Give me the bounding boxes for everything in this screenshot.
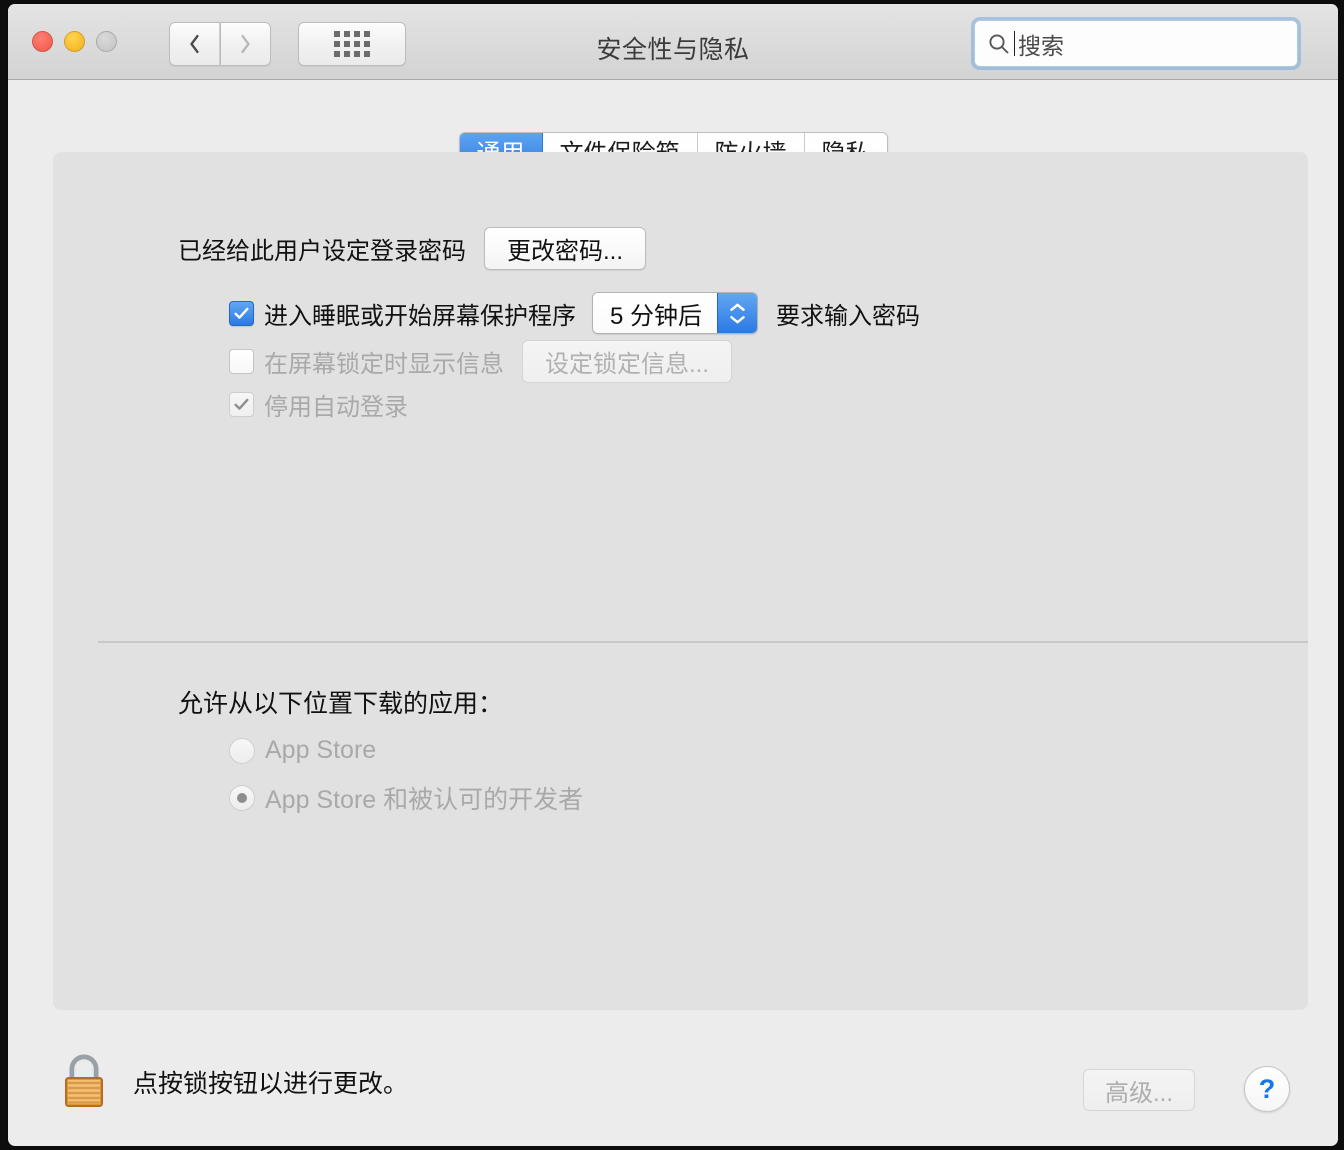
- help-button[interactable]: ?: [1244, 1066, 1290, 1112]
- change-password-button[interactable]: 更改密码...: [484, 227, 647, 270]
- stepper-arrows-icon[interactable]: [717, 293, 758, 333]
- radio-app-store-label: App Store: [265, 736, 377, 764]
- show-lock-message-checkbox[interactable]: [229, 349, 254, 374]
- require-password-label: 进入睡眠或开始屏幕保护程序: [264, 302, 576, 330]
- window-titlebar: 安全性与隐私 搜索: [8, 4, 1338, 80]
- general-pane: 已经给此用户设定登录密码 更改密码... 进入睡眠或开始屏幕保护程序 5 分钟后…: [53, 152, 1308, 1010]
- lock-status-area: 点按锁按钮以进行更改。: [57, 1052, 408, 1112]
- disable-auto-login-label: 停用自动登录: [264, 394, 408, 421]
- show-lock-message-row: 在屏幕锁定时显示信息 设定锁定信息...: [229, 340, 733, 383]
- search-text-caret: [1014, 31, 1015, 56]
- require-password-trailing-label: 要求输入密码: [776, 302, 921, 330]
- radio-selected-dot: [237, 793, 247, 803]
- checkmark-icon: [234, 307, 249, 319]
- radio-identified-developers[interactable]: [229, 785, 255, 811]
- lock-status-text: 点按锁按钮以进行更改。: [133, 1070, 409, 1098]
- download-source-app-store-row[interactable]: App Store: [229, 736, 376, 765]
- login-password-label: 已经给此用户设定登录密码: [178, 238, 466, 265]
- radio-app-store[interactable]: [229, 737, 255, 764]
- disable-auto-login-row: 停用自动登录: [229, 387, 408, 422]
- search-placeholder: 搜索: [1018, 32, 1064, 59]
- question-mark-icon: ?: [1258, 1073, 1276, 1104]
- login-password-row: 已经给此用户设定登录密码 更改密码...: [178, 227, 647, 270]
- show-lock-message-label: 在屏幕锁定时显示信息: [264, 351, 504, 378]
- password-delay-popup[interactable]: 5 分钟后: [592, 292, 759, 334]
- allow-downloads-title: 允许从以下位置下载的应用：: [178, 690, 504, 718]
- chevron-up-icon: [730, 303, 745, 311]
- section-divider: [98, 641, 1308, 643]
- system-preferences-window: 安全性与隐私 搜索 通用 文件保险箱 防火墙 隐私 已经给此用户设定登录密码 更…: [8, 4, 1338, 1146]
- download-source-identified-developers-row[interactable]: App Store 和被认可的开发者: [229, 780, 583, 816]
- set-lock-message-button[interactable]: 设定锁定信息...: [522, 340, 733, 383]
- lock-closed-icon[interactable]: [57, 1052, 111, 1112]
- radio-identified-developers-label: App Store 和被认可的开发者: [265, 786, 584, 814]
- disable-auto-login-checkbox[interactable]: [229, 392, 254, 417]
- advanced-button[interactable]: 高级...: [1082, 1069, 1195, 1111]
- require-password-row: 进入睡眠或开始屏幕保护程序 5 分钟后 要求输入密码: [229, 292, 920, 334]
- checkmark-icon: [234, 398, 249, 410]
- password-delay-value: 5 分钟后: [593, 293, 718, 333]
- chevron-down-icon: [730, 315, 745, 323]
- search-icon: [989, 33, 1009, 53]
- require-password-checkbox[interactable]: [229, 300, 254, 326]
- search-field[interactable]: 搜索: [974, 20, 1298, 67]
